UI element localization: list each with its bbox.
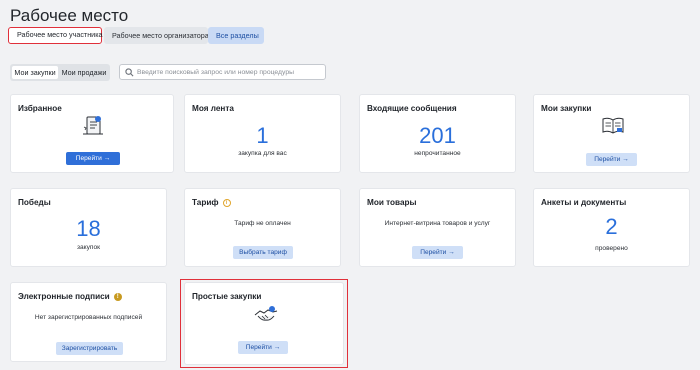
- goods-go-button[interactable]: Перейти →: [412, 246, 463, 259]
- signatures-caption: Нет зарегистрированных подписей: [34, 314, 143, 321]
- tab-all-sections[interactable]: Все разделы: [208, 27, 264, 44]
- search-input[interactable]: [137, 66, 322, 78]
- choose-tariff-button[interactable]: Выбрать тариф: [233, 246, 293, 259]
- messages-count: 201: [419, 123, 456, 148]
- messages-caption: непрочитанное: [414, 150, 461, 157]
- feed-caption: закупка для вас: [238, 150, 287, 157]
- card-title: Моя лента: [192, 104, 234, 113]
- purchases-sales-switch: Мои закупки Мои продажи: [10, 64, 110, 81]
- card-title: Входящие сообщения: [367, 104, 457, 113]
- card-title: Победы: [18, 198, 51, 207]
- tariff-title: Тариф: [192, 198, 219, 207]
- card-title: Мои закупки: [541, 104, 592, 113]
- search-icon: [125, 68, 134, 77]
- card-title: Избранное: [18, 104, 62, 113]
- wins-caption: закупок: [76, 244, 101, 251]
- tab-organizer-workspace[interactable]: Рабочее место организатора: [104, 27, 209, 44]
- goods-caption: Интернет-витрина товаров и услуг: [384, 220, 491, 227]
- card-favorites: Избранное Перейти →: [10, 94, 174, 173]
- forms-caption: проверено: [595, 245, 628, 252]
- card-wins: Победы 18 закупок: [10, 188, 167, 267]
- book-icon: [600, 115, 626, 142]
- favorites-document-icon: [81, 115, 105, 142]
- card-title: Тариф i: [192, 198, 231, 207]
- card-title: Электронные подписи!: [18, 292, 122, 301]
- card-my-goods: Мои товары Интернет-витрина товаров и ус…: [359, 188, 516, 267]
- search-field[interactable]: [119, 64, 326, 80]
- card-my-purchases: Мои закупки Перейти →: [533, 94, 690, 173]
- card-forms-documents: Анкеты и документы 2 проверено: [533, 188, 690, 267]
- highlight-frame: [180, 279, 348, 368]
- tariff-caption: Тариф не оплачен: [234, 220, 291, 227]
- card-tariff: Тариф i Тариф не оплачен Выбрать тариф: [184, 188, 341, 267]
- warning-icon[interactable]: !: [113, 293, 122, 301]
- forms-count: 2: [605, 214, 618, 239]
- feed-count: 1: [256, 123, 269, 148]
- card-my-feed: Моя лента 1 закупка для вас: [184, 94, 341, 173]
- register-signature-button[interactable]: Зарегистрировать: [56, 342, 123, 355]
- tab-participant-workspace[interactable]: Рабочее место участника: [8, 27, 103, 44]
- favorites-go-button[interactable]: Перейти →: [66, 152, 120, 165]
- card-title: Мои товары: [367, 198, 417, 207]
- info-icon[interactable]: i: [222, 199, 231, 207]
- wins-count: 18: [76, 216, 101, 241]
- card-title: Анкеты и документы: [541, 198, 627, 207]
- my-purchases-toggle[interactable]: Мои закупки: [12, 66, 58, 79]
- my-sales-toggle[interactable]: Мои продажи: [60, 66, 108, 79]
- signatures-title: Электронные подписи: [18, 292, 110, 301]
- card-incoming-messages: Входящие сообщения 201 непрочитанное: [359, 94, 516, 173]
- my-purchases-go-button[interactable]: Перейти →: [586, 153, 637, 166]
- card-electronic-signatures: Электронные подписи! Нет зарегистрирован…: [10, 282, 167, 362]
- page-title: Рабочее место: [10, 6, 129, 25]
